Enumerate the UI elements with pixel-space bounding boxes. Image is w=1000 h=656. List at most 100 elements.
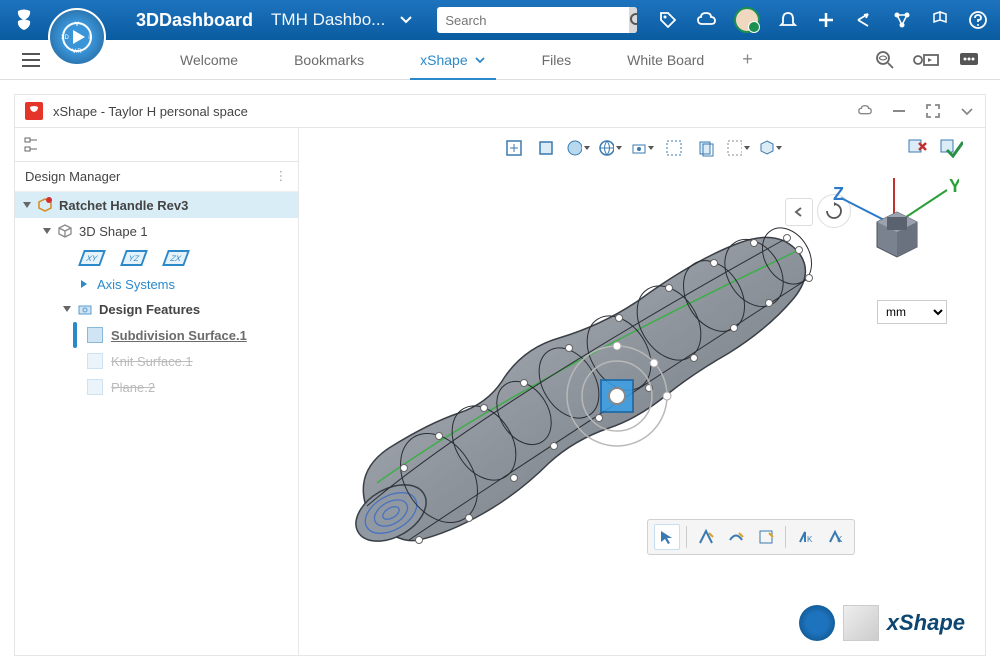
design-tree: Ratchet Handle Rev3 3D Shape 1 XY YZ ZX …	[15, 192, 298, 400]
user-avatar[interactable]	[734, 7, 760, 33]
dashboard-chevron-icon[interactable]	[399, 13, 413, 27]
tree-root-label: Ratchet Handle Rev3	[59, 198, 188, 213]
tool-view-icon[interactable]	[630, 136, 654, 160]
features-icon	[77, 301, 93, 317]
feature-label: Knit Surface.1	[111, 354, 193, 369]
tool-globe-icon[interactable]	[598, 136, 622, 160]
tree-shape-label: 3D Shape 1	[79, 224, 148, 239]
3d-viewport[interactable]: Z Y mm	[299, 128, 985, 655]
sel-sharp-icon[interactable]	[693, 524, 719, 550]
unit-select[interactable]: mm	[877, 300, 947, 324]
design-manager-header: Design Manager ⋯	[15, 162, 298, 192]
feature-knit-surface[interactable]: Knit Surface.1	[15, 348, 298, 374]
search-box	[437, 7, 637, 33]
fullscreen-icon[interactable]	[925, 103, 941, 119]
dashboard-name[interactable]: TMH Dashbo...	[271, 10, 385, 30]
expand-icon	[23, 202, 31, 208]
tool-select-icon[interactable]	[662, 136, 686, 160]
menu-icon[interactable]	[20, 49, 42, 71]
tool-fit-icon[interactable]	[502, 136, 526, 160]
tool-filter-icon[interactable]	[726, 136, 750, 160]
network-icon[interactable]	[892, 10, 912, 30]
svg-text:K: K	[837, 535, 843, 544]
viewport-toolbar	[502, 136, 782, 160]
panel-title: xShape - Taylor H personal space	[53, 104, 248, 119]
tree-root-row[interactable]: Ratchet Handle Rev3	[15, 192, 298, 218]
tab-bar: Welcome Bookmarks xShape Files White Boa…	[0, 40, 1000, 80]
minimize-icon[interactable]	[891, 103, 907, 119]
design-tree-panel: Design Manager ⋯ Ratchet Handle Rev3 3D …	[15, 128, 299, 655]
share-icon[interactable]	[854, 10, 874, 30]
sel-smooth-icon[interactable]	[723, 524, 749, 550]
compass-badge-icon	[799, 605, 835, 641]
panel-menu-chevron-icon[interactable]	[959, 103, 975, 119]
apps-icon[interactable]	[930, 10, 950, 30]
global-search-icon[interactable]	[874, 49, 896, 71]
separator	[686, 526, 687, 548]
svg-text:K: K	[807, 535, 813, 544]
tab-chevron-icon	[474, 54, 486, 66]
help-icon[interactable]	[968, 10, 988, 30]
sel-arrow-icon[interactable]	[654, 524, 680, 550]
tab-xshape-label: xShape	[420, 52, 467, 68]
tab-xshape[interactable]: xShape	[392, 40, 513, 80]
feature-label: Subdivision Surface.1	[111, 328, 247, 343]
plane-yz[interactable]: YZ	[120, 250, 148, 266]
plane-feat-icon	[87, 379, 103, 395]
subdiv-icon	[87, 327, 103, 343]
plane-zx[interactable]: ZX	[162, 250, 190, 266]
notification-icon[interactable]	[778, 10, 798, 30]
tab-welcome[interactable]: Welcome	[152, 40, 266, 80]
tree-shape-row[interactable]: 3D Shape 1	[15, 218, 298, 244]
tab-bookmarks[interactable]: Bookmarks	[266, 40, 392, 80]
svg-text:V: V	[75, 22, 79, 28]
search-button[interactable]	[629, 7, 637, 33]
design-manager-title: Design Manager	[25, 169, 120, 184]
feature-label: Plane.2	[111, 380, 155, 395]
add-tab-button[interactable]: +	[742, 49, 753, 70]
cloud-icon[interactable]	[696, 10, 716, 30]
design-manager-menu-icon[interactable]: ⋯	[273, 169, 289, 184]
story-icon[interactable]	[912, 49, 942, 71]
chat-icon[interactable]	[958, 49, 980, 71]
knit-icon	[87, 353, 103, 369]
shape-icon	[57, 223, 73, 239]
design-features-row[interactable]: Design Features	[15, 296, 298, 322]
sel-edge-icon[interactable]	[753, 524, 779, 550]
brand-title: 3DDashboard	[136, 10, 253, 31]
sel-weight1-icon[interactable]: K	[792, 524, 818, 550]
tree-mode-icon[interactable]	[23, 135, 43, 155]
tool-material-icon[interactable]	[566, 136, 590, 160]
search-icon	[629, 12, 637, 28]
axis-y-label: Y	[949, 176, 959, 196]
plane-row: XY YZ ZX	[15, 244, 298, 272]
feature-plane[interactable]: Plane.2	[15, 374, 298, 400]
expand-right-icon	[81, 280, 91, 288]
tag-icon[interactable]	[658, 10, 678, 30]
app-tile-icon	[843, 605, 879, 641]
sel-weight2-icon[interactable]: K	[822, 524, 848, 550]
selection-toolbar: K K	[647, 519, 855, 555]
compass-player-icon[interactable]: V3DiV.R	[48, 8, 106, 66]
tab-files[interactable]: Files	[514, 40, 600, 80]
plane-xy[interactable]: XY	[78, 250, 106, 266]
panel-cloud-icon[interactable]	[857, 103, 873, 119]
tool-box-icon[interactable]	[758, 136, 782, 160]
panel-header: xShape - Taylor H personal space	[14, 94, 986, 128]
add-icon[interactable]	[816, 10, 836, 30]
search-input[interactable]	[437, 13, 629, 28]
app-branding: xShape	[799, 605, 965, 641]
tool-layers-icon[interactable]	[694, 136, 718, 160]
separator	[785, 526, 786, 548]
sidebar-top-strip	[15, 128, 298, 162]
svg-text:V.R: V.R	[72, 49, 82, 55]
tool-confirm-icon[interactable]	[939, 136, 963, 160]
topbar-actions	[658, 7, 988, 33]
top-header: 3DDashboard TMH Dashbo...	[0, 0, 1000, 40]
tool-cancel-icon[interactable]	[905, 136, 929, 160]
tool-section-icon[interactable]	[534, 136, 558, 160]
product-icon	[37, 197, 53, 213]
axis-systems-row[interactable]: Axis Systems	[15, 272, 298, 296]
tab-whiteboard[interactable]: White Board	[599, 40, 732, 80]
feature-subdivision-surface[interactable]: Subdivision Surface.1	[15, 322, 298, 348]
